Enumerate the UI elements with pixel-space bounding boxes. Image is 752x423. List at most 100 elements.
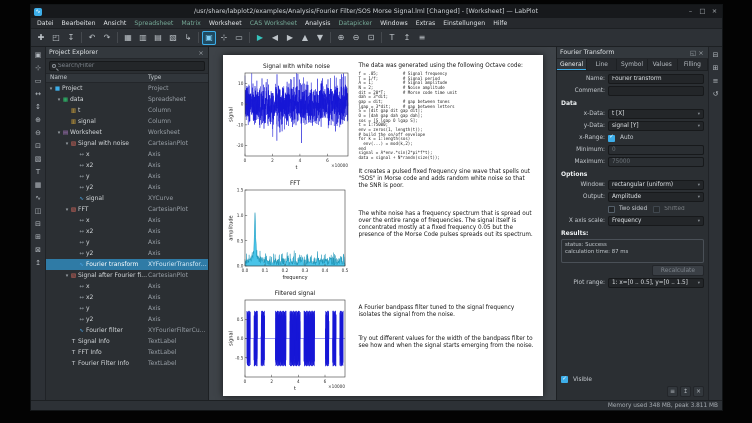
history-icon[interactable]: ↺ — [710, 88, 722, 100]
select-mode-icon[interactable]: ▣ — [202, 31, 216, 45]
shift-up-icon[interactable]: ▲ — [298, 31, 312, 45]
tree-row-signal[interactable]: ▥signalColumn — [46, 116, 208, 127]
shift-left-icon[interactable]: ◀ — [268, 31, 282, 45]
import-data-icon[interactable]: ↳ — [181, 31, 195, 45]
add-curve-icon[interactable]: ∿ — [32, 192, 44, 204]
horizontal-layout-icon[interactable]: ⊟ — [32, 218, 44, 230]
tree-row-fft-info[interactable]: TFFT InfoTextLabel — [46, 347, 208, 358]
add-text-label-icon[interactable]: T — [385, 31, 399, 45]
tree-row-fft[interactable]: ▾▧FFTCartesianPlot — [46, 204, 208, 215]
window-combobox[interactable]: rectangular (uniform) ▾ — [608, 180, 704, 190]
tree-row-x[interactable]: ↔xAxis — [46, 215, 208, 226]
tree-row-y2[interactable]: ↔y2Axis — [46, 182, 208, 193]
export-image-icon[interactable]: ↥ — [32, 257, 44, 269]
zoom-fit-icon[interactable]: ⊡ — [32, 140, 44, 152]
shift-right-icon[interactable]: ▶ — [283, 31, 297, 45]
play-icon[interactable]: ▶ — [253, 31, 267, 45]
zoom-in-icon[interactable]: ⊕ — [334, 31, 348, 45]
zoom-fit-icon[interactable]: ⊡ — [364, 31, 378, 45]
tree-row-x2[interactable]: ↔x2Axis — [46, 160, 208, 171]
maximize-icon[interactable]: □ — [698, 7, 707, 16]
maximum-input[interactable]: 75000 — [608, 157, 704, 167]
worksheet-view[interactable]: Signal with white noise-20-100100246×100… — [209, 47, 556, 400]
tree-row-fourier-transform[interactable]: ∿Fourier transformXYFourierTransformCurv… — [46, 259, 208, 270]
print-icon[interactable]: ≡ — [415, 31, 429, 45]
menu-extras[interactable]: Extras — [412, 18, 440, 29]
menu-windows[interactable]: Windows — [376, 18, 412, 29]
break-layout-icon[interactable]: ⊠ — [32, 244, 44, 256]
dock-close-icon[interactable]: × — [697, 49, 705, 57]
menu-hilfe[interactable]: Hilfe — [489, 18, 511, 29]
menu-spreadsheet[interactable]: Spreadsheet — [130, 18, 177, 29]
xdata-combobox[interactable]: t [X] ▾ — [608, 109, 704, 119]
minimum-input[interactable]: 0 — [608, 145, 704, 155]
output-combobox[interactable]: Amplitude ▾ — [608, 192, 704, 202]
save-project-icon[interactable]: ↧ — [64, 31, 78, 45]
tree-row-y[interactable]: ↔yAxis — [46, 237, 208, 248]
plot-filtered-signal[interactable]: Filtered signal-0.50.00.50246×10000tsign… — [228, 287, 349, 392]
new-worksheet-icon[interactable]: ▤ — [151, 31, 165, 45]
new-matrix-icon[interactable]: ▥ — [136, 31, 150, 45]
menu-analysis[interactable]: Analysis — [301, 18, 335, 29]
zoom-out-icon[interactable]: ⊖ — [32, 127, 44, 139]
dock-float-icon[interactable]: ◱ — [689, 49, 697, 57]
auto-checkbox[interactable]: ✓ — [608, 135, 615, 142]
tab-symbol[interactable]: Symbol — [617, 59, 647, 70]
tree-row-signal-info[interactable]: TSignal InfoTextLabel — [46, 336, 208, 347]
tab-filling[interactable]: Filling — [678, 59, 708, 70]
tree-row-fourier-filter[interactable]: ∿Fourier filterXYFourierFilterCurve — [46, 325, 208, 336]
minimize-icon[interactable]: – — [686, 7, 695, 16]
new-project-icon[interactable]: ✚ — [34, 31, 48, 45]
redo-icon[interactable]: ↷ — [100, 31, 114, 45]
comment-input[interactable] — [608, 86, 704, 96]
menu-datapicker[interactable]: Datapicker — [335, 18, 377, 29]
add-image-icon[interactable]: ▦ — [32, 179, 44, 191]
shifted-checkbox[interactable] — [653, 206, 660, 213]
crosshair-icon[interactable]: ⊹ — [32, 62, 44, 74]
undo-icon[interactable]: ↶ — [85, 31, 99, 45]
select-region-icon[interactable]: ▣ — [32, 49, 44, 61]
zoom-y-icon[interactable]: ↕ — [32, 101, 44, 113]
collapse-all-icon[interactable]: ⊟ — [710, 49, 722, 61]
add-text-icon[interactable]: T — [32, 166, 44, 178]
zoom-x-icon[interactable]: ↔ — [32, 88, 44, 100]
crosshair-mode-icon[interactable]: ⊹ — [217, 31, 231, 45]
plot-range-combobox[interactable]: 1: x=[0 .. 0.5], y=[0 .. 1.5] ▾ — [608, 278, 704, 288]
two-sided-checkbox[interactable] — [608, 206, 615, 213]
worksheet-canvas[interactable]: Signal with white noise-20-100100246×100… — [223, 55, 543, 396]
visible-checkbox[interactable]: ✓ — [561, 376, 568, 383]
panel-close-icon[interactable]: × — [197, 49, 205, 57]
shift-down-icon[interactable]: ▼ — [313, 31, 327, 45]
tree-row-y[interactable]: ↔yAxis — [46, 303, 208, 314]
new-spreadsheet-icon[interactable]: ▦ — [121, 31, 135, 45]
export-worksheet-icon[interactable]: ↥ — [400, 31, 414, 45]
search-input[interactable] — [58, 63, 202, 69]
options-icon[interactable]: ≡ — [667, 386, 678, 397]
new-note-icon[interactable]: ▧ — [166, 31, 180, 45]
ydata-combobox[interactable]: signal [Y] ▾ — [608, 121, 704, 131]
expand-all-icon[interactable]: ⊞ — [710, 62, 722, 74]
title-bar[interactable]: ∿ /usr/share/labplot2/examples/Analysis/… — [31, 5, 722, 18]
tree-row-signal-after-fourier-filter[interactable]: ▾▧Signal after Fourier filterCartesianPl… — [46, 270, 208, 281]
menu-einstellungen[interactable]: Einstellungen — [439, 18, 489, 29]
properties-icon[interactable]: ≡ — [710, 75, 722, 87]
tree-row-worksheet[interactable]: ▾▤WorksheetWorksheet — [46, 127, 208, 138]
menu-worksheet[interactable]: Worksheet — [205, 18, 246, 29]
add-plot-icon[interactable]: ▧ — [32, 153, 44, 165]
zoom-in-icon[interactable]: ⊕ — [32, 114, 44, 126]
menu-datei[interactable]: Datei — [33, 18, 58, 29]
zoom-select-mode-icon[interactable]: ▭ — [232, 31, 246, 45]
column-header-type[interactable]: Type — [148, 75, 208, 81]
tree-row-fourier-filter-info[interactable]: TFourier Filter InfoTextLabel — [46, 358, 208, 369]
tree-row-y[interactable]: ↔yAxis — [46, 171, 208, 182]
delete-icon[interactable]: × — [693, 386, 704, 397]
tree-row-project[interactable]: ▾■ProjectProject — [46, 83, 208, 94]
tab-general[interactable]: General — [557, 59, 587, 70]
tree-row-y2[interactable]: ↔y2Axis — [46, 248, 208, 259]
tree-row-x[interactable]: ↔xAxis — [46, 281, 208, 292]
tree-row-signal-with-noise[interactable]: ▾▧Signal with noiseCartesianPlot — [46, 138, 208, 149]
export-icon[interactable]: ↥ — [680, 386, 691, 397]
tree-row-x2[interactable]: ↔x2Axis — [46, 292, 208, 303]
close-icon[interactable]: × — [710, 7, 719, 16]
tree-row-t[interactable]: ▥tColumn — [46, 105, 208, 116]
